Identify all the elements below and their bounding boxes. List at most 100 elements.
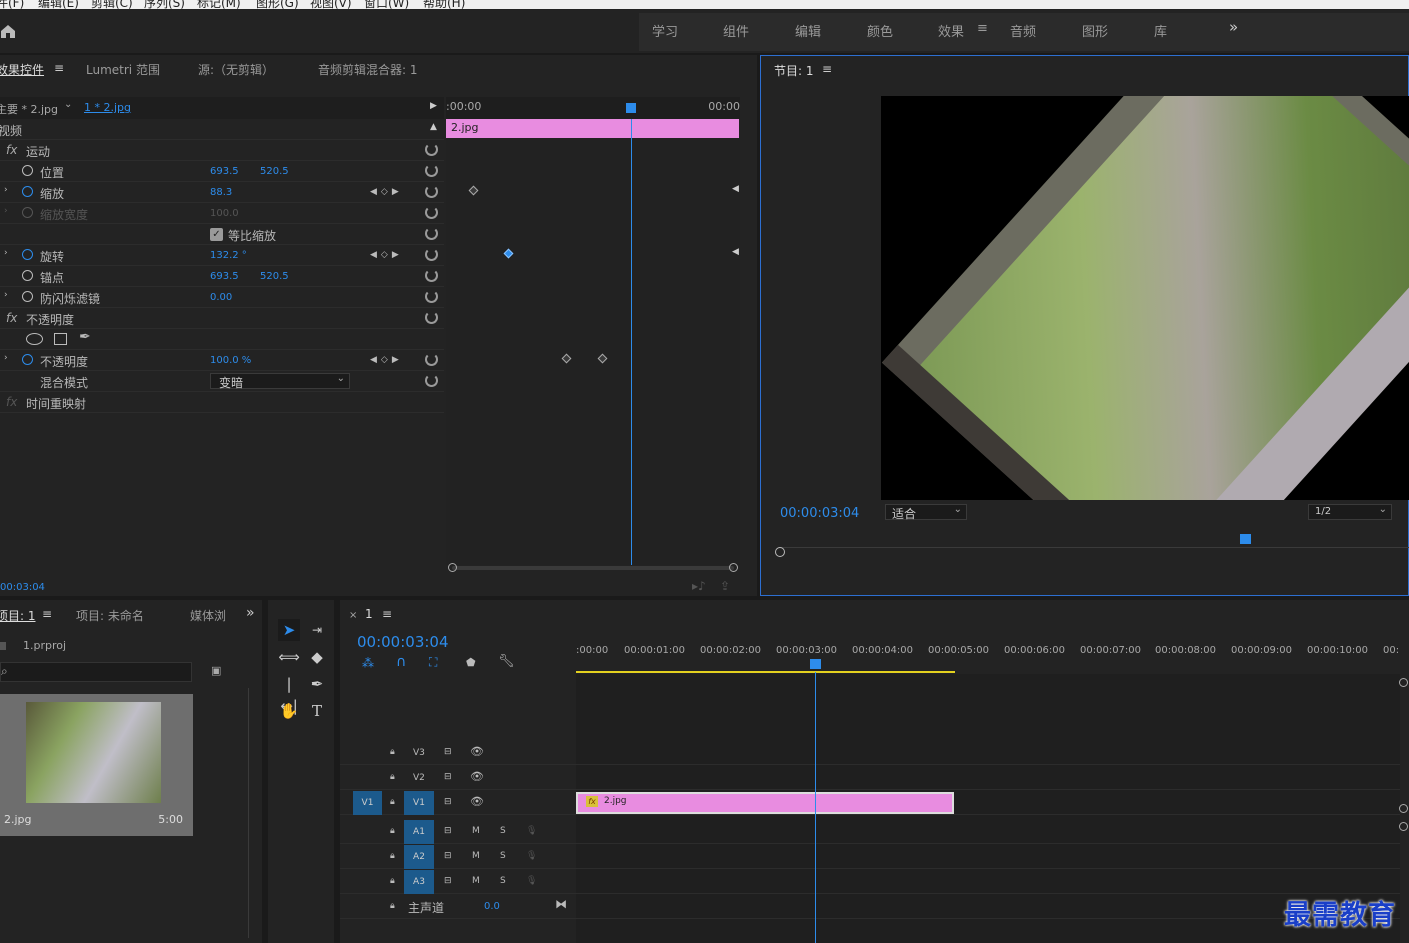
sync-lock-icon[interactable]: ⊟ (444, 772, 452, 782)
keyframe-diamond[interactable] (503, 248, 514, 259)
source-patch-v1[interactable]: V1 (353, 791, 382, 815)
solo-button[interactable]: S (500, 876, 506, 886)
nest-sequence-icon[interactable]: ⁂ (362, 656, 374, 670)
expand-arrow-icon[interactable]: › (4, 248, 8, 258)
keyframe-nav[interactable]: ◀◇▶ (370, 250, 403, 260)
workspace-color[interactable]: 颜色 (867, 21, 893, 40)
solo-button[interactable]: S (500, 851, 506, 861)
project-item-2jpg[interactable]: 2.jpg 5:00 (0, 694, 193, 836)
master-volume-value[interactable]: 0.0 (484, 901, 500, 912)
stopwatch-icon[interactable] (22, 165, 33, 176)
ec-clip-bar[interactable]: 2.jpg (446, 119, 739, 138)
opacity-value[interactable]: 100.0 % (210, 355, 251, 366)
reset-icon[interactable] (425, 206, 438, 219)
expand-triangle-icon[interactable]: ▶ (430, 101, 437, 111)
more-workspaces-icon[interactable]: » (1229, 18, 1238, 36)
workspace-assembly[interactable]: 组件 (723, 21, 749, 40)
lock-icon[interactable]: 🔒︎ (390, 826, 395, 836)
sequence-clip-label[interactable]: 1 * 2.jpg (84, 101, 131, 114)
timeline-ruler[interactable]: :00:00 00:00:01:00 00:00:02:00 00:00:03:… (576, 640, 1409, 674)
work-area-bar[interactable] (576, 671, 955, 673)
add-marker-icon[interactable]: ⬟ (466, 656, 476, 669)
lock-icon[interactable]: 🔒︎ (390, 901, 395, 911)
ripple-edit-tool-icon[interactable]: ⟺ (278, 646, 300, 668)
panel-menu-icon[interactable]: ≡ (54, 61, 64, 75)
position-y-value[interactable]: 520.5 (260, 166, 289, 177)
lock-icon[interactable]: 🔒︎ (390, 876, 395, 886)
workspace-graphics[interactable]: 图形 (1082, 21, 1108, 40)
blend-mode-select[interactable]: 变暗 ⌄ (210, 373, 350, 390)
reset-icon[interactable] (425, 185, 438, 198)
reset-icon[interactable] (425, 143, 438, 156)
scroll-handle-right[interactable] (729, 563, 738, 572)
menu-edit[interactable]: 编辑(E) (38, 0, 79, 9)
track-label[interactable]: A3 (404, 870, 434, 894)
project-scrollbar[interactable] (248, 688, 249, 938)
stopwatch-icon[interactable] (22, 270, 33, 281)
reset-icon[interactable] (425, 311, 438, 324)
workspace-editing[interactable]: 编辑 (795, 21, 821, 40)
tab-audio-clip-mixer[interactable]: 音频剪辑混合器: 1 (318, 61, 418, 78)
track-label[interactable]: A1 (404, 820, 434, 844)
collapse-triangle-icon[interactable]: ▲ (430, 122, 437, 132)
keyframe-nav[interactable]: ◀◇▶ (370, 355, 403, 365)
program-timecode[interactable]: 00:00:03:04 (780, 506, 859, 521)
reset-icon[interactable] (425, 227, 438, 240)
scroll-handle-left[interactable] (448, 563, 457, 572)
stopwatch-icon[interactable] (22, 186, 33, 197)
timeline-clip[interactable]: fx 2.jpg (576, 792, 954, 814)
keyframe-diamond[interactable] (561, 353, 572, 364)
track-label[interactable]: V3 (413, 748, 425, 758)
lock-icon[interactable]: 🔒︎ (390, 851, 395, 861)
program-playhead-handle[interactable] (1240, 534, 1251, 544)
ec-playhead-handle[interactable] (626, 103, 636, 113)
effect-opacity[interactable]: fx 不透明度 (0, 308, 444, 329)
reset-icon[interactable] (425, 290, 438, 303)
panel-menu-icon[interactable]: ≡ (42, 607, 52, 621)
reset-icon[interactable] (425, 353, 438, 366)
flicker-value[interactable]: 0.00 (210, 292, 232, 303)
tab-sequence-1[interactable]: 1 (365, 607, 373, 621)
effect-time-remap[interactable]: fx 时间重映射 (0, 392, 444, 413)
workspace-menu-icon[interactable]: ≡ (977, 21, 988, 36)
project-search-input[interactable]: ⌕ (0, 662, 192, 682)
expand-arrow-icon[interactable]: › (4, 290, 8, 300)
workspace-audio[interactable]: 音频 (1010, 21, 1036, 40)
type-tool-icon[interactable]: T (306, 700, 328, 722)
sync-lock-icon[interactable]: ⊟ (444, 826, 452, 836)
reset-icon[interactable] (425, 248, 438, 261)
scroll-handle-right[interactable] (1399, 822, 1408, 831)
fx-icon[interactable]: fx (6, 143, 17, 157)
tab-media-browser[interactable]: 媒体浏 (190, 607, 226, 624)
keyframe-diamond[interactable] (597, 353, 608, 364)
chevron-down-icon[interactable]: ⌄ (64, 99, 72, 110)
workspace-learn[interactable]: 学习 (652, 21, 678, 40)
program-title[interactable]: 节目: 1 (774, 62, 814, 79)
mic-icon[interactable]: 🎙︎ (526, 851, 537, 861)
sync-lock-icon[interactable]: ⊟ (444, 851, 452, 861)
pen-tool-icon[interactable]: ✒ (306, 673, 328, 695)
menu-view[interactable]: 视图(V) (310, 0, 352, 9)
workspace-libraries[interactable]: 库 (1154, 21, 1167, 40)
ec-keyframe-area[interactable]: 2.jpg ◀ ◀ (446, 119, 740, 565)
mute-button[interactable]: M (472, 826, 480, 836)
menu-sequence[interactable]: 序列(S) (144, 0, 185, 9)
master-solo-icon[interactable]: ⧓ (555, 897, 567, 911)
menu-clip[interactable]: 剪辑(C) (91, 0, 133, 9)
timeline-playhead-handle[interactable] (810, 659, 821, 669)
mute-button[interactable]: M (472, 851, 480, 861)
scroll-handle-right[interactable] (1399, 804, 1408, 813)
lock-icon[interactable]: 🔒︎ (390, 797, 395, 807)
keyframe-left-icon[interactable]: ◀ (732, 184, 739, 194)
ec-timecode[interactable]: 00:03:04 (0, 582, 45, 593)
menu-window[interactable]: 窗口(W) (364, 0, 409, 9)
export-icon[interactable]: ⇪ (720, 579, 730, 593)
reset-icon[interactable] (425, 164, 438, 177)
workspace-effects[interactable]: 效果 (938, 21, 964, 40)
ec-time-ruler[interactable]: :00:00 00:00 (446, 97, 740, 119)
snap-icon[interactable]: ∩ (396, 654, 406, 670)
fit-select[interactable]: 适合 ⌄ (885, 504, 967, 521)
mute-button[interactable]: M (472, 876, 480, 886)
keyframe-left-icon[interactable]: ◀ (732, 247, 739, 257)
track-label[interactable]: V1 (404, 791, 434, 815)
